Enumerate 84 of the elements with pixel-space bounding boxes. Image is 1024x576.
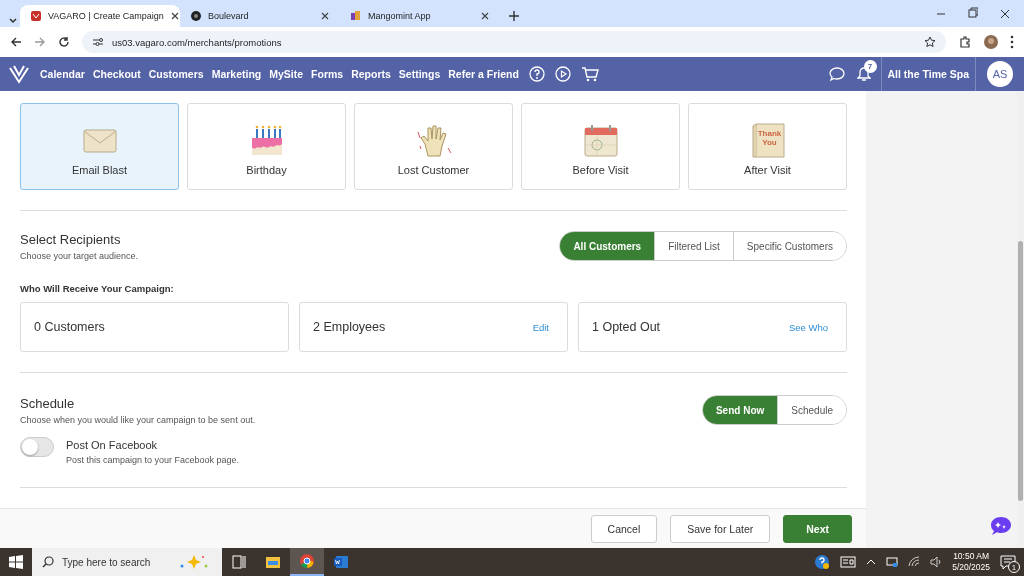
extensions-icon[interactable] <box>958 35 972 49</box>
segment-option[interactable]: Schedule <box>777 396 846 424</box>
assistant-chat-icon[interactable] <box>990 516 1012 536</box>
favicon-icon <box>350 10 362 22</box>
section-subtitle: Choose your target audience. <box>20 250 139 261</box>
task-view-icon[interactable] <box>231 554 247 570</box>
toggle-switch[interactable] <box>20 437 54 457</box>
footer-button[interactable]: Save for Later <box>670 514 771 543</box>
back-icon[interactable] <box>10 36 22 48</box>
scrollbar-thumb[interactable] <box>1018 241 1023 501</box>
notifications-icon[interactable] <box>1000 555 1016 569</box>
campaign-type-card[interactable]: Email Blast <box>20 103 179 190</box>
action-link[interactable]: Edit <box>532 321 549 333</box>
forward-icon[interactable] <box>34 36 46 48</box>
chevron-up-icon[interactable] <box>866 557 877 567</box>
recipient-count: 0 Customers <box>34 320 105 334</box>
chat-icon[interactable] <box>828 66 845 82</box>
help-icon[interactable] <box>814 554 831 570</box>
address-bar[interactable]: us03.vagaro.com/merchants/promotions <box>82 31 946 53</box>
favicon-icon <box>190 10 202 22</box>
nav-link[interactable]: Calendar <box>40 68 85 80</box>
close-icon[interactable] <box>320 11 330 21</box>
recipient-count: 1 Opted Out <box>592 320 661 334</box>
notification-badge: 7 <box>863 60 877 73</box>
nav-link[interactable]: Checkout <box>92 68 141 80</box>
file-explorer-icon[interactable] <box>265 554 281 570</box>
vagaro-logo-icon[interactable] <box>8 64 30 84</box>
taskbar-search-field[interactable]: Type here to search <box>32 548 222 576</box>
toggle-description: Post this campaign to your Facebook page. <box>66 455 240 465</box>
search-icon <box>42 556 54 568</box>
wifi-icon[interactable] <box>908 556 921 568</box>
bell-icon[interactable] <box>856 66 871 82</box>
receive-label: Who Will Receive Your Campaign: <box>20 283 175 294</box>
taskbar-clock[interactable]: 10:50 AM 5/20/2025 <box>952 551 990 573</box>
close-icon[interactable] <box>480 11 490 21</box>
campaign-type-label: Birthday <box>246 163 287 176</box>
user-avatar[interactable]: AS <box>987 61 1013 87</box>
section-subtitle: Choose when you would like your campaign to be sent out. <box>20 414 256 425</box>
browser-tab[interactable]: VAGARO | Create Campaign <box>20 5 180 27</box>
nav-link[interactable]: Refer a Friend <box>448 68 519 80</box>
word-icon[interactable] <box>333 554 349 570</box>
nav-link[interactable]: Reports <box>351 68 391 80</box>
section-title: Select Recipients <box>20 231 122 247</box>
chrome-icon[interactable] <box>299 553 315 569</box>
campaign-type-card[interactable]: Birthday <box>187 103 346 190</box>
toggle-label: Post On Facebook <box>66 439 159 451</box>
nav-link[interactable]: Marketing <box>211 68 262 80</box>
windows-start-icon[interactable] <box>9 555 23 569</box>
next-button[interactable]: Next <box>783 514 852 543</box>
browser-tab[interactable]: Mangomint App <box>340 5 500 27</box>
close-icon[interactable] <box>169 11 180 21</box>
segment-option[interactable]: All Customers <box>560 232 655 260</box>
play-icon[interactable] <box>554 66 571 82</box>
footer-button[interactable]: Cancel <box>590 514 658 543</box>
nav-link[interactable]: MySite <box>269 68 304 80</box>
bookmark-star-icon[interactable] <box>924 36 936 48</box>
recipient-count: 2 Employees <box>313 320 386 334</box>
browser-tab[interactable]: Boulevard <box>180 5 340 27</box>
more-menu-icon[interactable] <box>1010 35 1014 49</box>
nav-link[interactable]: Customers <box>148 68 204 80</box>
cart-icon[interactable] <box>580 66 599 82</box>
segment-option[interactable]: Specific Customers <box>732 232 846 260</box>
help-icon[interactable] <box>528 66 545 82</box>
nav-link[interactable]: Forms <box>311 68 344 80</box>
reload-icon[interactable] <box>58 36 70 48</box>
network-icon[interactable] <box>886 556 899 568</box>
segment-option[interactable]: Send Now <box>702 396 778 424</box>
action-link[interactable]: See Who <box>788 321 828 333</box>
new-tab-icon[interactable] <box>508 10 520 22</box>
site-settings-icon[interactable] <box>92 36 104 48</box>
profile-avatar-icon[interactable] <box>984 35 998 49</box>
campaign-type-card[interactable]: Thank You After Visit <box>688 103 847 190</box>
campaign-type-label: After Visit <box>744 163 791 176</box>
campaign-type-label: Lost Customer <box>397 163 470 176</box>
volume-icon[interactable] <box>930 556 943 568</box>
campaign-type-label: Email Blast <box>72 163 127 176</box>
news-icon[interactable] <box>840 555 857 569</box>
nav-link[interactable]: Settings <box>398 68 441 80</box>
campaign-type-card[interactable]: Lost Customer <box>354 103 513 190</box>
card-icon-text: Thank You <box>756 128 783 147</box>
campaign-type-label: Before Visit <box>572 163 629 176</box>
section-title: Schedule <box>20 395 76 411</box>
campaign-type-card[interactable]: Before Visit <box>521 103 680 190</box>
favicon-icon <box>30 10 42 22</box>
